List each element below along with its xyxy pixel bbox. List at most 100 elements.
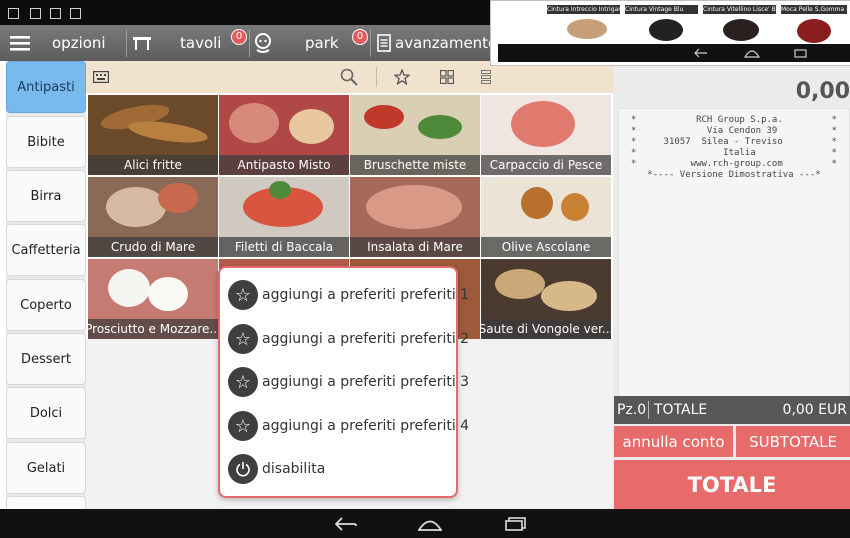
overlay-product-label: Cintura Vitellino Lisce' Beige [703, 5, 776, 14]
product-label: Olive Ascolane [481, 237, 611, 257]
product-tile[interactable]: Crudo di Mare [88, 177, 218, 257]
product-tile[interactable]: Prosciutto e Mozzare... [88, 259, 218, 339]
add-favorite-4-item[interactable]: ☆ aggiungi a preferiti preferiti 4 [228, 409, 469, 443]
keyboard-icon[interactable] [90, 61, 112, 93]
divider [249, 29, 250, 57]
food-image [106, 187, 166, 227]
product-label: Filetti di Baccala [219, 237, 349, 257]
food-image [366, 185, 462, 229]
product-label: Carpaccio di Pesce [481, 155, 611, 175]
food-image [269, 181, 291, 199]
opzioni-label: opzioni [52, 34, 106, 52]
star-icon: ☆ [228, 324, 258, 354]
overlay-product-tile: Cintura Intreccio Intrigante [547, 5, 620, 45]
product-label: Antipasto Misto [219, 155, 349, 175]
food-image [364, 105, 404, 129]
overlay-product-label: Cintura Intreccio Intrigante [547, 5, 620, 14]
disable-item[interactable]: disabilita [228, 452, 325, 486]
food-image [495, 269, 545, 299]
total-label: TOTALE [654, 402, 708, 418]
divider [126, 29, 127, 57]
shoe-image [797, 19, 831, 43]
category-coperto[interactable]: Coperto [6, 279, 86, 331]
menu-button[interactable] [10, 25, 30, 61]
totale-button[interactable]: TOTALE [614, 460, 850, 509]
tables-icon[interactable] [132, 25, 152, 61]
grid-view-icon[interactable] [434, 61, 460, 93]
park-count-badge: 0 [352, 29, 368, 45]
park-button[interactable]: park [305, 25, 339, 61]
food-image [127, 117, 209, 147]
category-bibite[interactable]: Bibite [6, 116, 86, 168]
product-tile[interactable]: Bruschette miste [350, 95, 480, 175]
status-icon [70, 8, 81, 19]
category-dessert[interactable]: Dessert [6, 333, 86, 385]
overlay-product-tile: Cintura Vintage Blu [625, 5, 698, 45]
recent-apps-icon [794, 49, 807, 58]
power-icon [228, 454, 258, 484]
piece-count: Pz.0 [617, 402, 647, 418]
product-label: Alici fritte [88, 155, 218, 175]
back-icon [694, 48, 707, 58]
category-birra[interactable]: Birra [6, 170, 86, 222]
menu-item-label: disabilita [262, 461, 326, 477]
opzioni-button[interactable]: opzioni [52, 25, 106, 61]
product-tile[interactable]: Alici fritte [88, 95, 218, 175]
food-image [561, 193, 589, 221]
overlay-navigation-bar [498, 44, 850, 62]
annulla-conto-button[interactable]: annulla conto [614, 426, 733, 457]
favorites-popup-menu: ☆ aggiungi a preferiti preferiti 1 ☆ agg… [218, 266, 469, 498]
tavoli-button[interactable]: tavoli [180, 25, 221, 61]
search-icon[interactable] [336, 61, 362, 93]
product-tile[interactable]: Saute di Vongole ver... [481, 259, 611, 339]
receipt-line: * www.rch-group.com * [631, 159, 837, 169]
add-favorite-1-item[interactable]: ☆ aggiungi a preferiti preferiti 1 [228, 278, 469, 312]
document-icon [377, 34, 391, 52]
product-label: Saute di Vongole ver... [481, 319, 611, 339]
product-label: Bruschette miste [350, 155, 480, 175]
product-label: Insalata di Mare [350, 237, 480, 257]
product-tile[interactable]: Carpaccio di Pesce [481, 95, 611, 175]
star-icon: ☆ [228, 411, 258, 441]
product-tile[interactable]: Olive Ascolane [481, 177, 611, 257]
back-icon[interactable] [332, 509, 360, 538]
menu-item-label: aggiungi a preferiti preferiti 3 [262, 374, 470, 390]
food-image [541, 281, 597, 311]
star-icon[interactable] [389, 61, 415, 93]
category-antipasti[interactable]: Antipasti [6, 61, 86, 113]
food-image [158, 183, 198, 213]
category-dolci[interactable]: Dolci [6, 387, 86, 439]
overlay-product-tile: Cintura Vitellino Lisce' Beige [703, 5, 776, 45]
home-icon[interactable] [416, 509, 444, 538]
product-tile[interactable]: Antipasto Misto [219, 95, 349, 175]
receipt-line: *---- Versione Dimostrativa ---* [647, 170, 821, 180]
home-icon [744, 50, 760, 58]
food-image [289, 109, 334, 144]
product-label: Crudo di Mare [88, 237, 218, 257]
receipt-line: * 31057 Silea - Treviso * [631, 137, 837, 147]
add-favorite-2-item[interactable]: ☆ aggiungi a preferiti preferiti 2 [228, 322, 469, 356]
overlay-product-label: Moca Pelle S.Gomma - Sp [781, 5, 847, 14]
total-value: 0,00 EUR [782, 402, 847, 418]
category-caffetteria[interactable]: Caffetteria [6, 224, 86, 276]
add-favorite-3-item[interactable]: ☆ aggiungi a preferiti preferiti 3 [228, 365, 469, 399]
overlay-product-tile: Moca Pelle S.Gomma - Sp [781, 5, 847, 45]
food-image [418, 115, 462, 139]
tavoli-count-badge: 0 [231, 29, 247, 45]
product-tile[interactable]: Insalata di Mare [350, 177, 480, 257]
subtotale-button[interactable]: SUBTOTALE [736, 426, 850, 457]
recent-apps-icon[interactable] [502, 509, 530, 538]
food-image [148, 277, 188, 311]
product-tile[interactable]: Filetti di Baccala [219, 177, 349, 257]
food-image [229, 103, 279, 143]
divider [370, 29, 371, 57]
overlay-product-label: Cintura Vintage Blu [625, 5, 698, 14]
status-icon [30, 8, 41, 19]
menu-item-label: aggiungi a preferiti preferiti 2 [262, 331, 470, 347]
divider [648, 401, 649, 419]
category-gelati[interactable]: Gelati [6, 442, 86, 494]
user-icon[interactable] [254, 25, 272, 61]
shoe-image [649, 19, 683, 41]
avanzamento-button[interactable]: avanzamento [377, 25, 497, 61]
status-bar [0, 0, 492, 25]
